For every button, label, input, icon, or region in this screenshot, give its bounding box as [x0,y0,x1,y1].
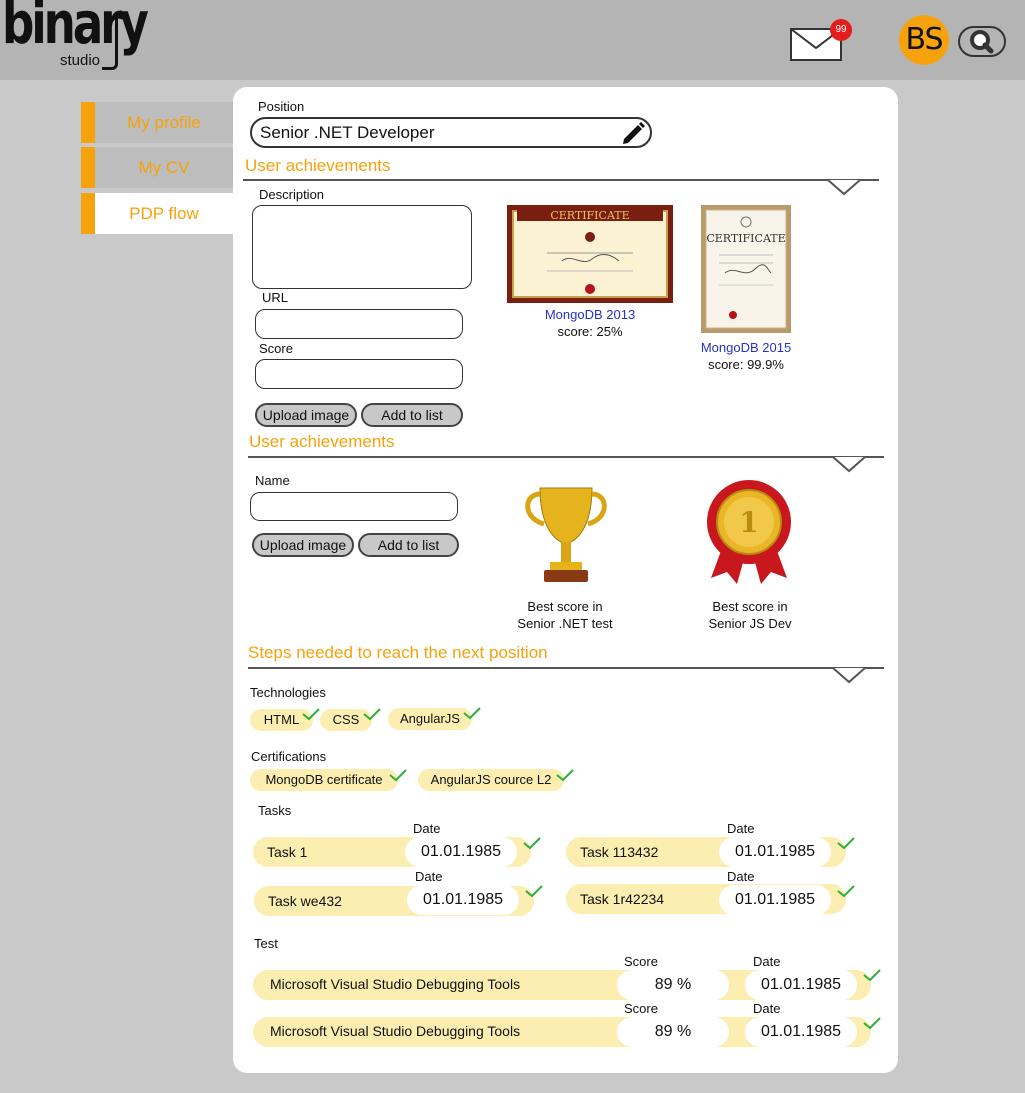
test-label: Test [254,936,278,951]
svg-text:1: 1 [739,506,758,539]
test-score[interactable]: 89 % [617,970,729,1000]
certificate-link-mongodb-2015[interactable]: MongoDB 2015 [686,340,806,355]
add-to-list-button[interactable]: Add to list [361,403,463,427]
date-label: Date [413,821,441,836]
description-label: Description [259,187,325,202]
checkmark-icon [837,837,855,850]
sidebar-item-pdp-flow[interactable]: PDP flow [81,193,233,234]
certificate-image-mongodb-2015[interactable]: CERTIFICATE [701,205,791,333]
checkmark-icon [523,837,541,850]
search-button[interactable] [958,26,1006,57]
date-label: Date [415,869,443,884]
tech-chip-angularjs[interactable]: AngularJS [388,708,472,730]
test-name: Microsoft Visual Studio Debugging Tools [270,1023,521,1039]
certificate-heading-1: CERTIFICATE [550,209,629,222]
section-title-achievements-2: User achievements [249,432,395,451]
position-field[interactable]: Senior .NET Developer [250,117,652,148]
task-date[interactable]: 01.01.1985 [719,837,831,867]
brand-sub: studio [60,52,101,69]
task-date[interactable]: 01.01.1985 [407,885,519,915]
position-value: Senior .NET Developer [260,123,435,142]
add-to-list-button[interactable]: Add to list [358,533,459,557]
score-label: Score [624,954,658,969]
award-caption-line: Senior JS Dev [708,616,792,631]
trophy-icon [525,487,607,582]
section-divider-3 [248,667,884,669]
test-date[interactable]: 01.01.1985 [745,970,857,1000]
certificate-heading-2: CERTIFICATE [706,232,785,245]
section-divider-1 [243,179,879,181]
test-name: Microsoft Visual Studio Debugging Tools [270,976,521,992]
chevron-down-icon[interactable] [826,180,862,196]
section-title-achievements-1: User achievements [245,156,391,175]
date-label: Date [753,1001,781,1016]
tasks-label: Tasks [258,803,292,818]
award-caption-line: Senior .NET test [517,616,613,631]
task-name: Task 1r42234 [580,891,665,907]
task-name: Task 113432 [580,844,659,860]
section-title-steps: Steps needed to reach the next position [248,643,548,662]
checkmark-icon [389,769,407,782]
sidebar-item-my-profile[interactable]: My profile [81,102,233,143]
top-header: binary studio 99 BS [0,0,1025,80]
task-date[interactable]: 01.01.1985 [405,837,517,867]
search-icon [970,30,994,54]
date-label: Date [727,869,755,884]
cert-chip-mongodb[interactable]: MongoDB certificate [250,769,398,791]
cert-chip-angularjs[interactable]: AngularJS cource L2 [418,769,564,791]
chevron-down-icon[interactable] [831,668,867,684]
score-label: Score [259,341,293,356]
date-label: Date [753,954,781,969]
name-input[interactable] [250,492,458,521]
checkmark-icon [863,1017,881,1030]
pencil-icon[interactable] [620,120,646,146]
award-caption-2: Best score in Senior JS Dev [685,598,815,632]
certificate-image-mongodb-2013[interactable]: CERTIFICATE [507,205,673,303]
mail-count-badge: 99 [830,19,852,41]
medal-icon: 1 [707,480,791,584]
description-textarea[interactable] [252,205,472,289]
certifications-label: Certifications [251,749,327,764]
date-label: Date [727,821,755,836]
checkmark-icon [863,969,881,982]
url-label: URL [262,290,289,305]
task-name: Task we432 [268,893,342,909]
test-date[interactable]: 01.01.1985 [745,1017,857,1047]
upload-image-button[interactable]: Upload image [255,403,357,427]
logo-bracket [102,12,118,70]
checkmark-icon [556,769,574,782]
technologies-label: Technologies [250,685,326,700]
task-name: Task 1 [267,844,308,860]
award-caption-1: Best score in Senior .NET test [500,598,630,632]
section-divider-2 [248,456,884,458]
url-input[interactable] [255,309,463,339]
checkmark-icon [463,707,481,720]
award-caption-line: Best score in [527,599,603,614]
chevron-down-icon[interactable] [831,457,867,473]
brand-logo[interactable]: binary studio [2,0,186,70]
brand-name: binary [2,0,149,57]
avatar[interactable]: BS [899,15,949,65]
upload-image-button[interactable]: Upload image [252,533,354,557]
score-label: Score [624,1001,658,1016]
certificate-link-mongodb-2013[interactable]: MongoDB 2013 [507,307,673,322]
certificate-score-1: score: 25% [557,324,623,339]
test-score[interactable]: 89 % [617,1017,729,1047]
checkmark-icon [837,885,855,898]
certificate-score-2: score: 99.9% [708,357,784,372]
checkmark-icon [363,708,381,721]
score-input[interactable] [255,359,463,389]
name-label: Name [255,473,290,488]
sidebar-item-my-cv[interactable]: My CV [81,147,233,188]
award-caption-line: Best score in [712,599,788,614]
checkmark-icon [525,885,543,898]
checkmark-icon [302,708,320,721]
position-label: Position [258,99,305,114]
task-date[interactable]: 01.01.1985 [719,885,831,915]
